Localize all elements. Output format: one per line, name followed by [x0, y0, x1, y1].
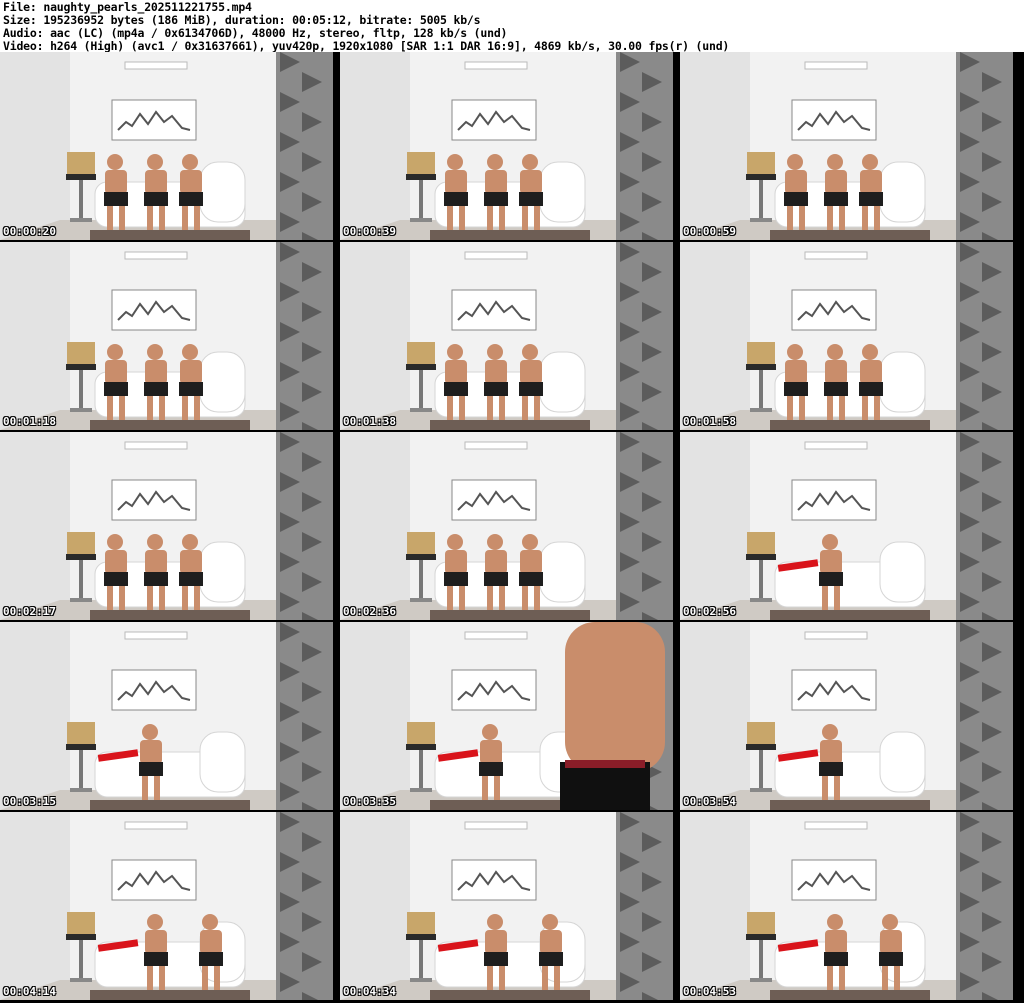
- thumbnail-timestamp: 00:00:20: [3, 225, 56, 238]
- video-thumbnail: 00:04:53: [680, 812, 1013, 1000]
- scene-image: [0, 432, 333, 620]
- scene-image: [0, 242, 333, 430]
- video-thumbnail: 00:03:15: [0, 622, 333, 810]
- video-thumbnail: 00:03:54: [680, 622, 1013, 810]
- video-thumbnail: 00:03:35: [340, 622, 673, 810]
- thumbnail-timestamp: 00:03:35: [343, 795, 396, 808]
- scene-image: [0, 812, 333, 1000]
- video-thumbnail: 00:02:36: [340, 432, 673, 620]
- video-thumbnail: 00:04:34: [340, 812, 673, 1000]
- video-thumbnail: 00:00:39: [340, 52, 673, 240]
- scene-image: [680, 52, 1013, 240]
- thumbnail-grid: 00:00:20 00:00:39 00:00:59 00:01:18 00:01:38…: [0, 52, 1024, 1003]
- video-thumbnail: 00:01:18: [0, 242, 333, 430]
- info-header: File: naughty_pearls_202511221755.mp4 Si…: [0, 0, 1024, 53]
- thumbnail-timestamp: 00:01:18: [3, 415, 56, 428]
- scene-image: [340, 52, 673, 240]
- video-thumbnail: 00:04:14: [0, 812, 333, 1000]
- video-thumbnail: 00:02:56: [680, 432, 1013, 620]
- thumbnail-timestamp: 00:04:53: [683, 985, 736, 998]
- video-thumbnail: 00:01:58: [680, 242, 1013, 430]
- thumbnail-timestamp: 00:00:39: [343, 225, 396, 238]
- scene-image: [680, 812, 1013, 1000]
- thumbnail-timestamp: 00:01:58: [683, 415, 736, 428]
- thumbnail-timestamp: 00:03:54: [683, 795, 736, 808]
- scene-image: [680, 432, 1013, 620]
- thumbnail-timestamp: 00:00:59: [683, 225, 736, 238]
- scene-image: [680, 242, 1013, 430]
- video-thumbnail: 00:00:59: [680, 52, 1013, 240]
- thumbnail-timestamp: 00:02:17: [3, 605, 56, 618]
- scene-image: [0, 622, 333, 810]
- scene-image: [340, 242, 673, 430]
- thumbnail-timestamp: 00:02:56: [683, 605, 736, 618]
- thumbnail-timestamp: 00:02:36: [343, 605, 396, 618]
- scene-image: [340, 622, 673, 810]
- thumbnail-timestamp: 00:01:38: [343, 415, 396, 428]
- scene-image: [340, 812, 673, 1000]
- scene-image: [680, 622, 1013, 810]
- scene-image: [340, 432, 673, 620]
- thumbnail-timestamp: 00:04:34: [343, 985, 396, 998]
- video-thumbnail: 00:01:38: [340, 242, 673, 430]
- video-thumbnail: 00:02:17: [0, 432, 333, 620]
- scene-image: [0, 52, 333, 240]
- video-thumbnail: 00:00:20: [0, 52, 333, 240]
- thumbnail-timestamp: 00:03:15: [3, 795, 56, 808]
- thumbnail-timestamp: 00:04:14: [3, 985, 56, 998]
